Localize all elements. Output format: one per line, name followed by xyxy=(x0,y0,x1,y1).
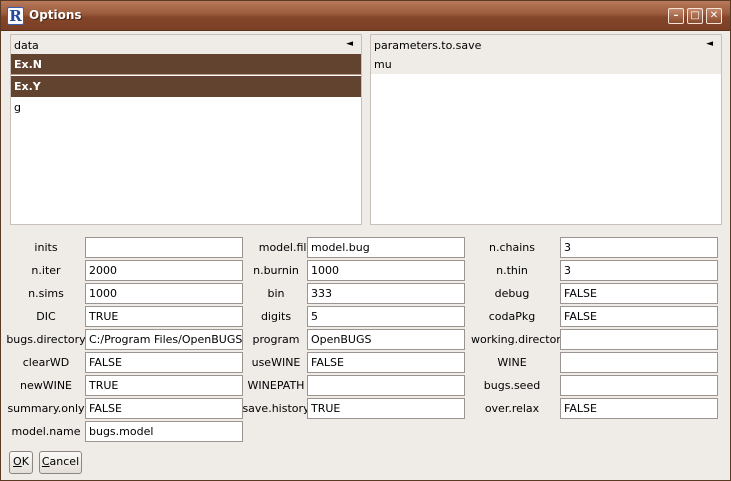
program-input[interactable]: OpenBUGS xyxy=(307,329,465,350)
minimize-icon[interactable]: – xyxy=(668,8,684,24)
n-iter-label: n.iter xyxy=(31,264,61,277)
codapkg-input[interactable]: FALSE xyxy=(560,306,718,327)
list-item[interactable]: g xyxy=(11,97,361,118)
cancel-mnemonic: C xyxy=(41,455,50,468)
n-burnin-input[interactable]: 1000 xyxy=(307,260,465,281)
cancel-button[interactable]: Cancel xyxy=(39,451,82,474)
n-thin-label: n.thin xyxy=(496,264,528,277)
n-iter-input[interactable]: 2000 xyxy=(85,260,243,281)
bin-input[interactable]: 333 xyxy=(307,283,465,304)
ok-label-rest: K xyxy=(21,455,29,468)
sort-arrow-icon[interactable]: ◄ xyxy=(346,39,353,49)
summary-only-label: summary.only xyxy=(7,402,85,415)
clearwd-label: clearWD xyxy=(22,356,70,369)
codapkg-label: codaPkg xyxy=(488,310,536,323)
cancel-label-rest: ancel xyxy=(49,455,80,468)
ok-mnemonic: O xyxy=(13,455,22,468)
save-history-label: save.history xyxy=(242,402,310,415)
n-thin-input[interactable]: 3 xyxy=(560,260,718,281)
wine-label: WINE xyxy=(497,356,527,369)
bin-label: bin xyxy=(267,287,285,300)
maximize-icon[interactable]: □ xyxy=(687,8,703,24)
working-directory-input[interactable] xyxy=(560,329,718,350)
model-file-input[interactable]: model.bug xyxy=(307,237,465,258)
wine-input[interactable] xyxy=(560,352,718,373)
list-item[interactable]: mu xyxy=(371,54,721,74)
options-window: R Options – □ ✕ data ◄ Ex.N Ex.Y g param… xyxy=(0,0,731,481)
title-bar[interactable]: R Options – □ ✕ xyxy=(1,1,730,31)
debug-label: debug xyxy=(494,287,530,300)
data-list[interactable]: data ◄ Ex.N Ex.Y g xyxy=(10,34,362,225)
model-name-input[interactable]: bugs.model xyxy=(85,421,243,442)
parameters-list[interactable]: parameters.to.save ◄ mu xyxy=(370,34,722,225)
window-title: Options xyxy=(29,8,82,22)
over-relax-input[interactable]: FALSE xyxy=(560,398,718,419)
over-relax-label: over.relax xyxy=(484,402,540,415)
bugs-seed-input[interactable] xyxy=(560,375,718,396)
parameters-list-header-label: parameters.to.save xyxy=(374,39,482,52)
close-icon[interactable]: ✕ xyxy=(706,8,722,24)
clearwd-input[interactable]: FALSE xyxy=(85,352,243,373)
bugs-directory-label: bugs.directory xyxy=(6,333,86,346)
n-sims-label: n.sims xyxy=(28,287,64,300)
n-burnin-label: n.burnin xyxy=(253,264,299,277)
model-name-label: model.name xyxy=(11,425,81,438)
winepath-label: WINEPATH xyxy=(247,379,305,392)
sort-arrow-icon[interactable]: ◄ xyxy=(706,39,713,49)
data-list-header-label: data xyxy=(14,39,39,52)
r-logo-icon: R xyxy=(7,7,24,25)
digits-input[interactable]: 5 xyxy=(307,306,465,327)
n-sims-input[interactable]: 1000 xyxy=(85,283,243,304)
newwine-label: newWINE xyxy=(19,379,73,392)
usewine-label: useWINE xyxy=(251,356,301,369)
n-chains-input[interactable]: 3 xyxy=(560,237,718,258)
usewine-input[interactable]: FALSE xyxy=(307,352,465,373)
save-history-input[interactable]: TRUE xyxy=(307,398,465,419)
dic-label: DIC xyxy=(36,310,56,323)
winepath-input[interactable] xyxy=(307,375,465,396)
debug-input[interactable]: FALSE xyxy=(560,283,718,304)
working-directory-label: working.directory xyxy=(471,333,568,346)
ok-button[interactable]: OK xyxy=(9,451,33,474)
inits-input[interactable] xyxy=(85,237,243,258)
bugs-directory-input[interactable]: C:/Program Files/OpenBUGS xyxy=(85,329,243,350)
summary-only-input[interactable]: FALSE xyxy=(85,398,243,419)
parameters-list-header[interactable]: parameters.to.save ◄ xyxy=(371,35,721,55)
inits-label: inits xyxy=(34,241,58,254)
n-chains-label: n.chains xyxy=(489,241,535,254)
digits-label: digits xyxy=(260,310,292,323)
bugs-seed-label: bugs.seed xyxy=(483,379,541,392)
data-list-header[interactable]: data ◄ xyxy=(11,35,361,55)
dic-input[interactable]: TRUE xyxy=(85,306,243,327)
program-label: program xyxy=(252,333,300,346)
list-item[interactable]: Ex.N xyxy=(11,54,361,75)
list-item[interactable]: Ex.Y xyxy=(11,76,361,97)
newwine-input[interactable]: TRUE xyxy=(85,375,243,396)
